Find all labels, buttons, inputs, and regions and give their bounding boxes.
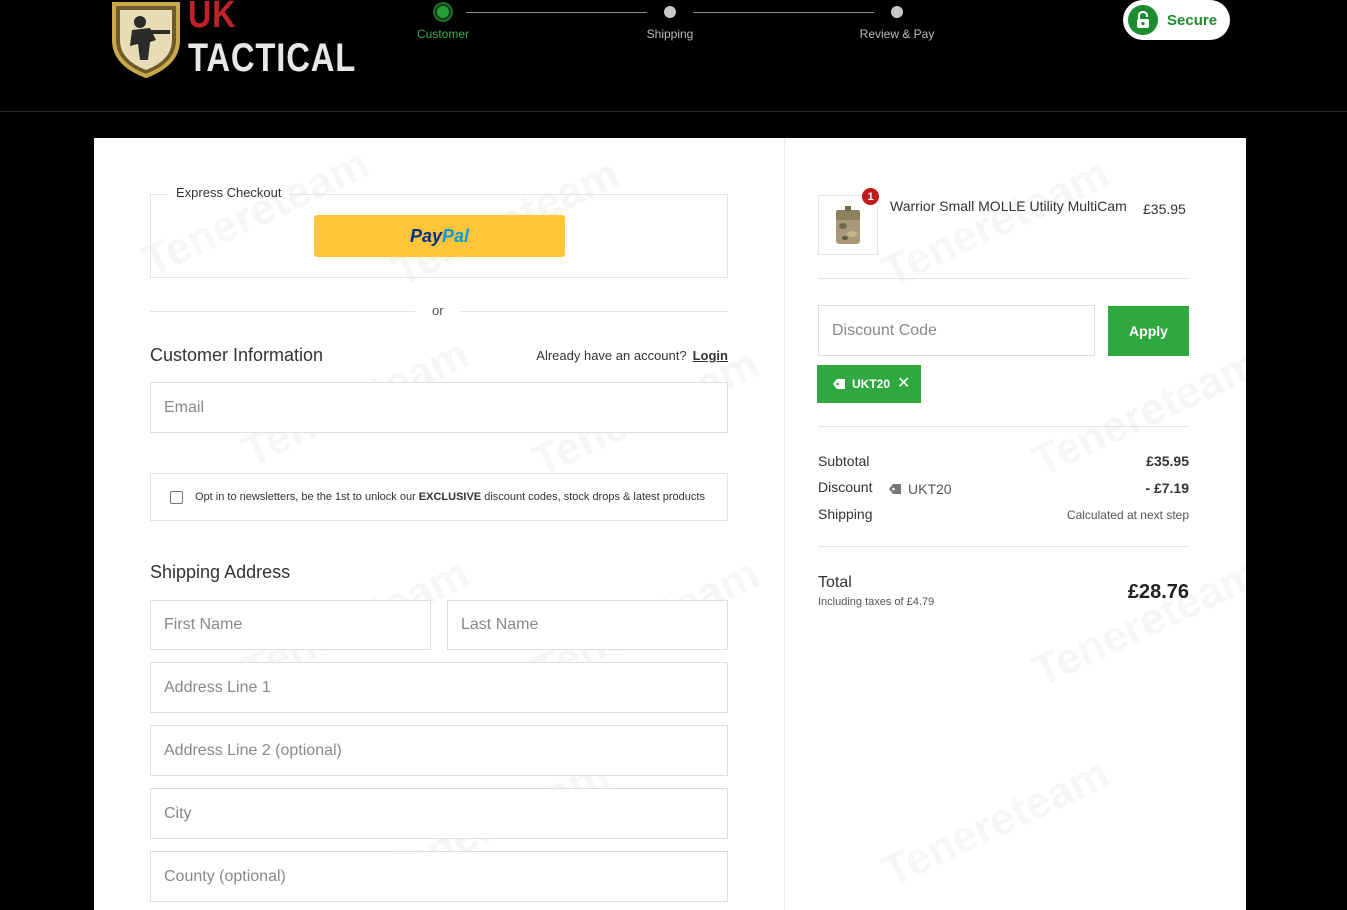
apply-discount-button[interactable]: Apply <box>1108 306 1189 356</box>
applied-code-label: UKT20 <box>852 377 891 391</box>
checkout-card: Tenereteam Tenereteam Tenereteam Teneret… <box>94 138 1246 910</box>
newsletter-opt-in[interactable]: Opt in to newsletters, be the 1st to unl… <box>150 473 728 521</box>
discount-code-input[interactable] <box>819 306 1094 355</box>
or-line-left <box>150 311 415 312</box>
discount-code-tag: UKT20 <box>888 481 952 497</box>
lock-icon <box>1128 5 1158 35</box>
total-value: £28.76 <box>1127 581 1189 603</box>
address-line-2-input[interactable] <box>151 726 727 775</box>
quantity-badge: 1 <box>860 186 881 207</box>
email-input[interactable] <box>151 383 727 432</box>
city-input[interactable] <box>151 789 727 838</box>
newsletter-text: Opt in to newsletters, be the 1st to unl… <box>195 491 705 503</box>
divider <box>818 278 1189 279</box>
step-dot-review <box>891 6 903 18</box>
discount-code-text: UKT20 <box>908 481 952 497</box>
newsletter-text-pre: Opt in to newsletters, be the 1st to unl… <box>195 491 416 503</box>
newsletter-checkbox[interactable] <box>170 490 183 504</box>
county-input[interactable] <box>151 852 727 901</box>
paypal-logo-pay: Pay <box>409 225 442 246</box>
subtotal-label: Subtotal <box>818 453 870 469</box>
watermark: Tenereteam <box>875 749 1117 897</box>
remove-discount-close-icon[interactable]: ✕ <box>897 376 910 392</box>
step-shipping: Shipping <box>646 27 694 41</box>
column-divider <box>784 138 785 910</box>
discount-value: - £7.19 <box>1145 480 1189 496</box>
subtotal-value: £35.95 <box>1146 453 1189 469</box>
newsletter-text-bold: EXCLUSIVE <box>418 491 482 503</box>
express-checkout: Express Checkout PayPal <box>150 185 728 278</box>
address-line-2-field[interactable] <box>150 725 728 776</box>
discount-label: Discount <box>818 479 873 495</box>
progress-line <box>466 12 647 13</box>
watermark: Tenereteam <box>1025 549 1246 697</box>
product-name: Warrior Small MOLLE Utility MultiCam <box>890 198 1127 214</box>
customer-information-title: Customer Information <box>150 345 324 365</box>
shield-logo-icon <box>112 2 180 78</box>
tag-icon <box>833 379 845 389</box>
total-label: Total <box>818 574 852 591</box>
login-link[interactable]: Login <box>693 348 728 363</box>
site-header: UK TACTICAL Customer Shipping Review & P… <box>0 0 1347 112</box>
address-line-1-field[interactable] <box>150 662 728 713</box>
paypal-logo-pal: Pal <box>442 225 470 246</box>
step-dot-customer <box>435 4 451 20</box>
watermark: Tenereteam <box>1025 339 1246 487</box>
account-prompt-text: Already have an account? <box>536 348 687 363</box>
logo-text-tactical: TACTICAL <box>188 36 357 80</box>
discount-code-field[interactable] <box>818 305 1095 356</box>
uk-tactical-logo[interactable]: UK TACTICAL <box>110 0 355 80</box>
last-name-field[interactable] <box>447 600 728 650</box>
login-prompt: Already have an account? Login <box>536 348 728 363</box>
total-taxes-note: Including taxes of £4.79 <box>818 596 935 608</box>
first-name-input[interactable] <box>151 601 430 649</box>
last-name-input[interactable] <box>448 601 727 649</box>
email-field[interactable] <box>150 382 728 433</box>
paypal-button[interactable]: PayPal <box>314 215 565 257</box>
secure-badge: Secure <box>1123 0 1230 40</box>
step-customer[interactable]: Customer <box>417 27 469 41</box>
shipping-label: Shipping <box>818 506 873 522</box>
tag-icon <box>889 484 901 494</box>
applied-discount-chip: UKT20 ✕ <box>817 365 921 403</box>
progress-line <box>693 12 874 13</box>
newsletter-text-post: discount codes, stock drops & latest pro… <box>484 491 705 503</box>
or-text: or <box>432 303 444 318</box>
secure-label: Secure <box>1167 11 1218 29</box>
address-line-1-input[interactable] <box>151 663 727 712</box>
express-checkout-label: Express Checkout <box>169 185 289 200</box>
product-price: £35.95 <box>1143 201 1186 217</box>
or-divider: or <box>150 303 728 319</box>
step-dot-shipping <box>664 6 676 18</box>
shipping-value: Calculated at next step <box>1066 508 1189 522</box>
logo-text-uk: UK <box>188 0 237 36</box>
checkout-progress: Customer Shipping Review & Pay <box>400 0 960 60</box>
shipping-address-title: Shipping Address <box>150 562 291 582</box>
watermark: Tenereteam <box>875 149 1117 297</box>
city-field[interactable] <box>150 788 728 839</box>
divider <box>818 546 1189 547</box>
or-line-right <box>461 311 728 312</box>
step-review-pay: Review & Pay <box>859 27 935 41</box>
divider <box>818 426 1189 427</box>
county-field[interactable] <box>150 851 728 902</box>
first-name-field[interactable] <box>150 600 431 650</box>
